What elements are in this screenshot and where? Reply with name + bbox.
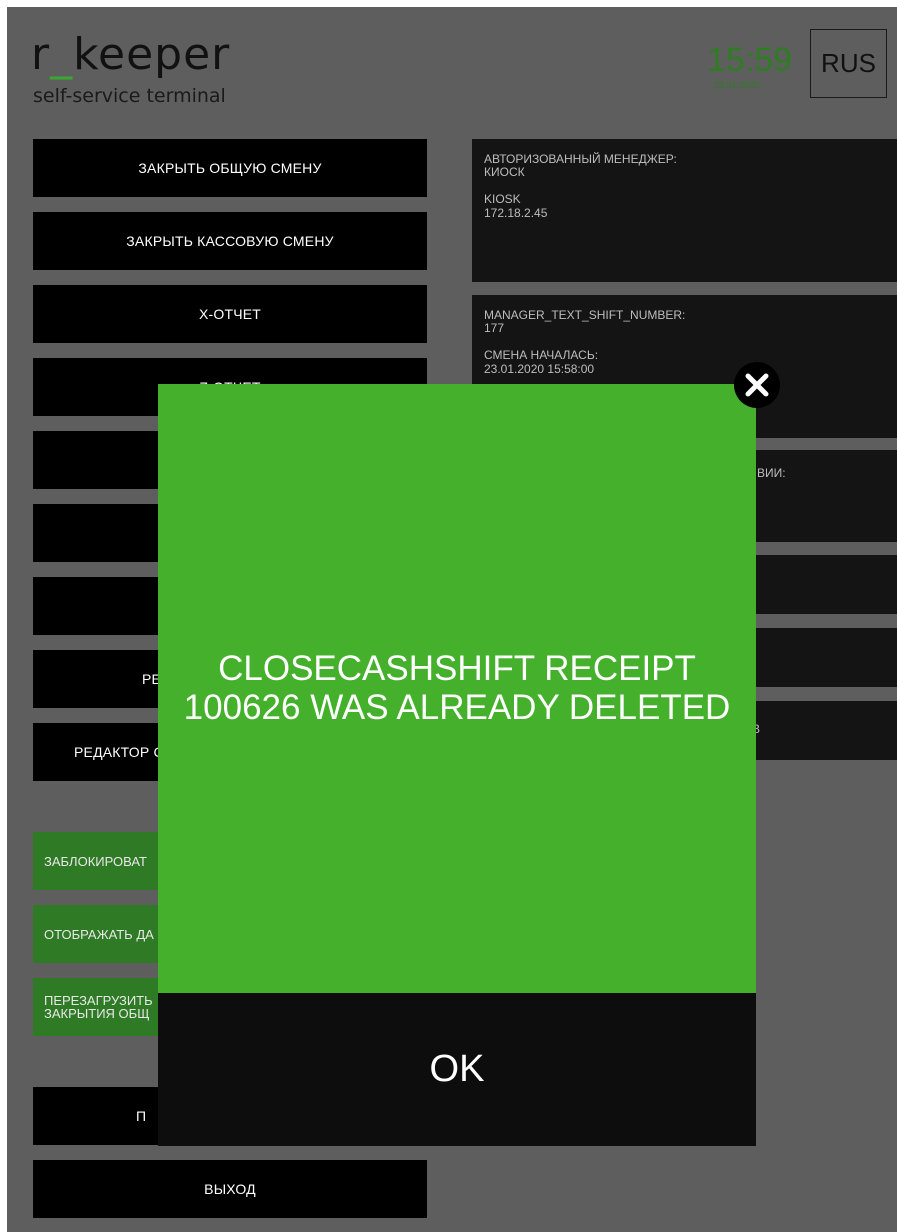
display-toggle-label: ОТОБРАЖАТЬ ДА bbox=[44, 926, 154, 942]
error-dialog: CLOSECASHSHIFT RECEIPT 100626 WAS ALREAD… bbox=[158, 384, 756, 1146]
close-cash-shift-button[interactable]: ЗАКРЫТЬ КАССОВУЮ СМЕНУ bbox=[33, 212, 427, 270]
station-name: KIOSK bbox=[484, 192, 521, 207]
logo-text-keeper: keeper bbox=[73, 29, 231, 80]
shift-started-value: 23.01.2020 15:58:00 bbox=[484, 361, 595, 376]
manager-value: КИОСК bbox=[484, 165, 525, 180]
info-panel-3-label: ВИИ: bbox=[757, 466, 786, 480]
shift-started-label: СМЕНА НАЧАЛАСЬ: bbox=[484, 348, 599, 363]
clock-date: 23.01.2020 bbox=[714, 80, 760, 90]
language-button[interactable]: RUS bbox=[810, 29, 887, 98]
shift-number-value: 177 bbox=[484, 321, 505, 336]
exit-button[interactable]: ВЫХОД bbox=[33, 1160, 427, 1218]
shift-number-label: MANAGER_TEXT_SHIFT_NUMBER: bbox=[484, 308, 686, 322]
logo-text-r: r bbox=[31, 29, 51, 80]
manager-label: АВТОРИЗОВАННЫЙ МЕНЕДЖЕР: bbox=[484, 152, 677, 166]
app-subtitle: self-service terminal bbox=[33, 85, 226, 107]
close-icon bbox=[745, 373, 769, 397]
station-ip: 172.18.2.45 bbox=[484, 205, 548, 220]
kiosk-screen: r_keeper self-service terminal 15:59 23.… bbox=[7, 7, 897, 1232]
close-shift-button[interactable]: ЗАКРЫТЬ ОБЩУЮ СМЕНУ bbox=[33, 139, 427, 197]
error-message: CLOSECASHSHIFT RECEIPT 100626 WAS ALREAD… bbox=[183, 649, 731, 727]
close-dialog-button[interactable] bbox=[734, 362, 780, 408]
block-toggle-label: ЗАБЛОКИРОВАТ bbox=[44, 853, 147, 869]
reboot-toggle-label-2: ЗАКРЫТИЯ ОБЩ bbox=[44, 1006, 150, 1021]
x-report-button[interactable]: X-ОТЧЕТ bbox=[33, 285, 427, 343]
clock-time: 15:59 bbox=[707, 41, 793, 79]
ok-button[interactable]: OK bbox=[158, 993, 756, 1146]
app-logo: r_keeper bbox=[31, 29, 230, 80]
editor-button-2-label: РЕДАКТОР С bbox=[74, 744, 164, 760]
right-button-3-label: В bbox=[752, 722, 761, 736]
logo-underscore: _ bbox=[50, 29, 74, 80]
hidden-button-label: П bbox=[136, 1108, 147, 1124]
error-dialog-body: CLOSECASHSHIFT RECEIPT 100626 WAS ALREAD… bbox=[158, 384, 756, 993]
manager-info-panel: АВТОРИЗОВАННЫЙ МЕНЕДЖЕР: КИОСК KIOSK 172… bbox=[472, 139, 897, 282]
